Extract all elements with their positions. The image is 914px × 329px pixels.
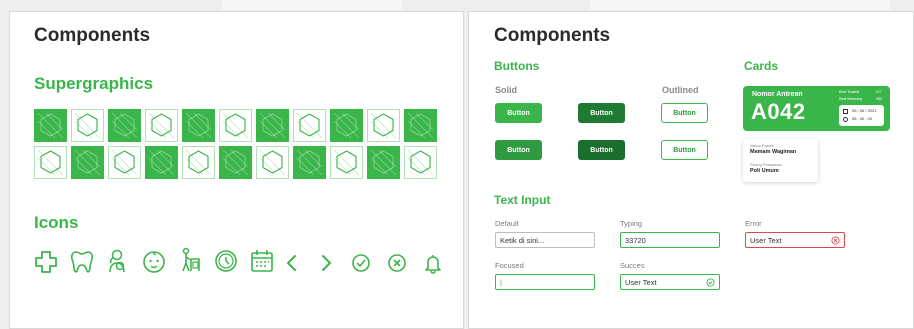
- mother-baby-icon: [105, 248, 131, 274]
- text-input-title: Text Input: [494, 193, 551, 207]
- chevron-left-icon: [279, 250, 305, 276]
- supergraphic-tile: [34, 146, 67, 179]
- baby-face-icon: [141, 248, 167, 274]
- patient-name: Mamam Wagiman: [750, 149, 797, 155]
- supergraphic-tile: [293, 109, 326, 142]
- supergraphic-tile: [145, 146, 178, 179]
- left-page-title: Components: [34, 25, 151, 46]
- close-circle-icon: [384, 250, 410, 276]
- solid-button-active[interactable]: Button: [578, 140, 625, 160]
- supergraphic-tile: [256, 146, 289, 179]
- info-left-2: Real Sekarang: [839, 97, 863, 101]
- card-time: 08 : 00 : 00: [852, 116, 873, 121]
- outlined-button-hover[interactable]: Button: [661, 140, 708, 160]
- solid-button-default[interactable]: Button: [495, 103, 542, 123]
- check-circle-icon: [348, 250, 374, 276]
- supergraphic-tile: [182, 109, 215, 142]
- solid-button-hover[interactable]: Button: [578, 103, 625, 123]
- success-input-text: User Text: [625, 277, 657, 287]
- supergraphic-tile: [330, 146, 363, 179]
- buttons-title: Buttons: [494, 59, 540, 73]
- room-label: Ruang Pelayanan: [750, 162, 782, 167]
- supergraphic-tile: [108, 109, 141, 142]
- supergraphic-tile: [367, 109, 400, 142]
- success-text-input[interactable]: User Text: [620, 274, 720, 290]
- supergraphic-tile: [330, 109, 363, 142]
- queue-number: A042: [751, 99, 806, 124]
- clock-small-icon: [843, 117, 848, 122]
- solid-label: Solid: [495, 85, 517, 95]
- focused-field-label: Focused: [495, 261, 524, 270]
- queue-card: Nomor Antrean A042 Real Terakhir 077 Rea…: [743, 86, 890, 131]
- queue-label: Nomor Antrean: [752, 91, 803, 98]
- chevron-right-icon: [313, 250, 339, 276]
- solid-button-pressed[interactable]: Button: [495, 140, 542, 160]
- default-field-label: Default: [495, 219, 519, 228]
- top-strip-right: [590, 0, 890, 10]
- calendar-icon: [249, 248, 275, 274]
- cards-title: Cards: [744, 59, 779, 73]
- supergraphics-title: Supergraphics: [34, 74, 154, 93]
- outlined-label: Outlined: [662, 85, 699, 95]
- datetime-box: 06 / 06 / 2021 08 : 00 : 00: [839, 105, 884, 126]
- supergraphic-tile: [404, 109, 437, 142]
- supergraphic-tile: [367, 146, 400, 179]
- medical-cross-icon: [33, 249, 59, 275]
- focused-text-input[interactable]: |: [495, 274, 595, 290]
- tooth-icon: [69, 249, 95, 275]
- top-strip-left: [222, 0, 402, 10]
- bell-icon: [420, 250, 446, 276]
- elderly-walker-icon: [177, 247, 203, 273]
- supergraphic-tile: [256, 109, 289, 142]
- supergraphic-tile: [219, 109, 252, 142]
- success-field-label: Succes: [620, 261, 645, 270]
- room-name: Poli Umum: [750, 168, 779, 174]
- error-field-label: Error: [745, 219, 762, 228]
- supergraphic-tile: [219, 146, 252, 179]
- patient-card: Nama Pasien Mamam Wagiman Ruang Pelayana…: [743, 139, 818, 182]
- supergraphic-tile: [182, 146, 215, 179]
- supergraphic-tile: [34, 109, 67, 142]
- clock-icon: [213, 248, 239, 274]
- typing-field-label: Typing: [620, 219, 643, 228]
- patient-label: Nama Pasien: [750, 143, 775, 148]
- info-left-1: Real Terakhir: [839, 90, 860, 94]
- supergraphic-tile: [404, 146, 437, 179]
- info-right-2: 083: [876, 97, 882, 101]
- error-text-input[interactable]: User Text: [745, 232, 845, 248]
- success-check-icon: [706, 278, 715, 287]
- calendar-small-icon: [843, 109, 848, 114]
- supergraphic-tile: [71, 146, 104, 179]
- info-right-1: 077: [876, 90, 882, 94]
- typing-input-text: 33720: [625, 235, 646, 245]
- supergraphic-tile: [293, 146, 326, 179]
- supergraphic-tile: [71, 109, 104, 142]
- supergraphic-tile: [108, 146, 141, 179]
- card-date: 06 / 06 / 2021: [852, 108, 877, 113]
- outlined-button-default[interactable]: Button: [661, 103, 708, 123]
- icons-title: Icons: [34, 213, 79, 232]
- supergraphic-tile: [145, 109, 178, 142]
- default-text-input[interactable]: Ketik di sini...: [495, 232, 595, 248]
- focused-caret: |: [500, 277, 502, 287]
- error-input-text: User Text: [750, 235, 782, 245]
- error-circle-icon: [831, 236, 840, 245]
- typing-text-input[interactable]: 33720: [620, 232, 720, 248]
- default-input-text: Ketik di sini...: [500, 235, 545, 245]
- right-page-title: Components: [494, 25, 611, 46]
